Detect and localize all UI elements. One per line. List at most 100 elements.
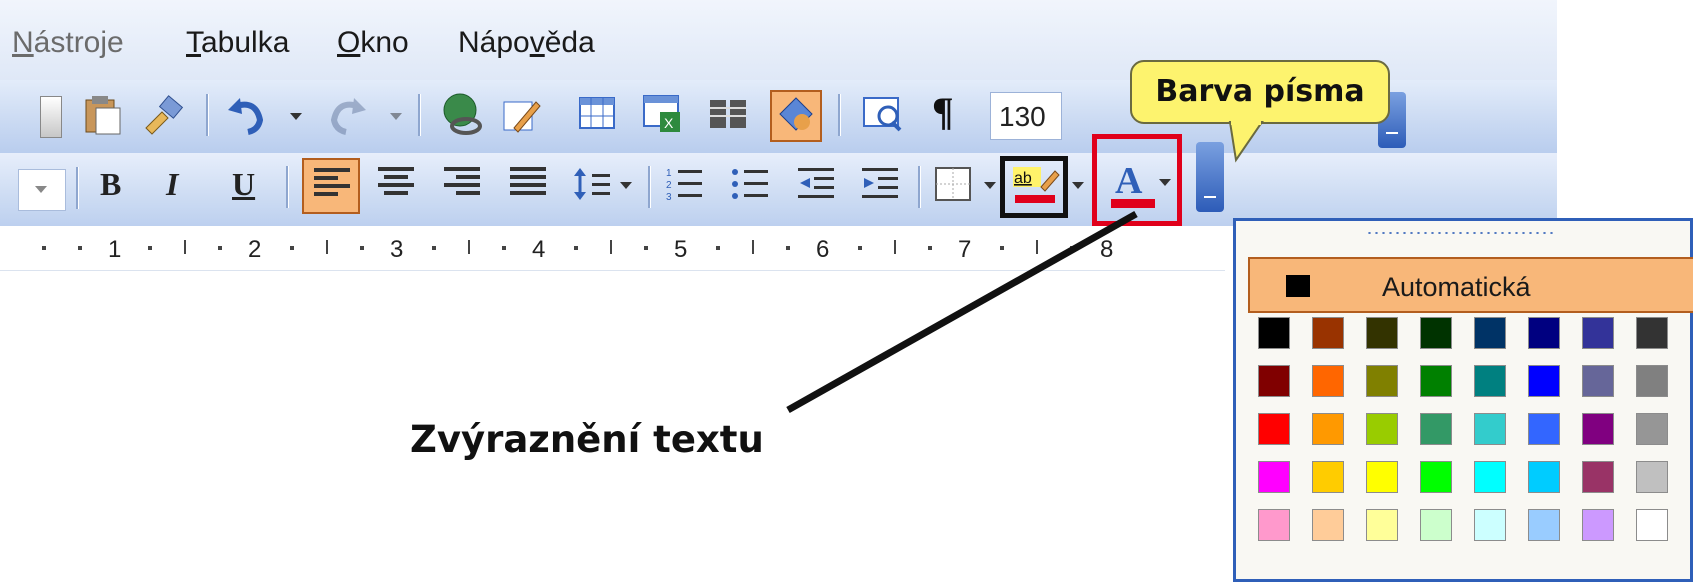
highlight-icon: ab — [1011, 165, 1061, 214]
font-color-dropdown-icon[interactable] — [1159, 179, 1171, 186]
color-swatch[interactable] — [1420, 365, 1452, 397]
color-swatch[interactable] — [1474, 509, 1506, 541]
copy-icon[interactable] — [40, 96, 62, 138]
font-size-dropdown[interactable] — [18, 169, 66, 211]
color-swatch[interactable] — [1258, 509, 1290, 541]
color-swatch[interactable] — [1528, 509, 1560, 541]
callout-label: Barva písma — [1155, 74, 1365, 109]
hyperlink-icon[interactable] — [440, 92, 482, 135]
menu-okno[interactable]: Okno — [337, 26, 409, 60]
align-center-icon[interactable] — [378, 167, 414, 201]
color-swatch[interactable] — [1258, 461, 1290, 493]
font-color-button[interactable]: A — [1092, 134, 1182, 226]
decrease-indent-icon[interactable] — [796, 164, 836, 209]
increase-indent-icon[interactable] — [860, 164, 900, 209]
highlight-button[interactable]: ab — [1000, 156, 1068, 218]
color-swatch[interactable] — [1582, 509, 1614, 541]
font-color-bar — [1111, 199, 1155, 208]
color-swatch[interactable] — [1528, 365, 1560, 397]
show-formatting-icon[interactable]: ¶ — [932, 88, 954, 135]
bullets-icon[interactable] — [730, 164, 770, 209]
insert-excel-icon[interactable]: X — [642, 94, 684, 136]
color-swatch[interactable] — [1582, 365, 1614, 397]
color-swatch[interactable] — [1258, 365, 1290, 397]
color-swatch[interactable] — [1474, 365, 1506, 397]
font-color-icon: A — [1115, 160, 1143, 202]
align-left-button[interactable] — [302, 158, 360, 214]
highlight-dropdown-icon[interactable] — [1072, 182, 1084, 189]
color-swatch[interactable] — [1582, 461, 1614, 493]
svg-text:3: 3 — [666, 192, 672, 203]
color-swatch[interactable] — [1420, 509, 1452, 541]
color-swatch[interactable] — [1312, 365, 1344, 397]
line-spacing-dropdown-icon[interactable] — [620, 182, 632, 189]
automatic-color-option[interactable]: Automatická — [1248, 257, 1693, 313]
borders-dropdown-icon[interactable] — [984, 182, 996, 189]
color-swatch[interactable] — [1366, 461, 1398, 493]
ruler-number: 4 — [532, 236, 546, 263]
ruler-number: 5 — [674, 236, 688, 263]
tables-borders-icon[interactable] — [500, 94, 542, 136]
color-swatch[interactable] — [1312, 461, 1344, 493]
color-swatch[interactable] — [1366, 365, 1398, 397]
color-swatch[interactable] — [1420, 461, 1452, 493]
paste-icon[interactable] — [82, 94, 124, 136]
color-swatch[interactable] — [1528, 461, 1560, 493]
automatic-color-label: Automatická — [1382, 272, 1531, 302]
color-swatch[interactable] — [1582, 413, 1614, 445]
color-swatch[interactable] — [1366, 317, 1398, 349]
ruler-number: 7 — [958, 236, 972, 263]
color-swatch[interactable] — [1474, 317, 1506, 349]
color-swatch[interactable] — [1474, 461, 1506, 493]
color-swatch[interactable] — [1636, 365, 1668, 397]
font-color-callout: Barva písma — [1130, 60, 1390, 124]
color-swatch[interactable] — [1420, 317, 1452, 349]
automatic-color-swatch — [1286, 275, 1310, 297]
bold-button[interactable]: B — [100, 166, 121, 203]
zoom-value: 130 — [999, 101, 1046, 132]
insert-table-icon[interactable] — [578, 96, 620, 138]
drawing-icon[interactable] — [770, 90, 822, 142]
format-painter-icon[interactable] — [142, 94, 184, 136]
undo-icon[interactable] — [226, 94, 268, 136]
numbering-icon[interactable]: 123 — [664, 164, 704, 209]
zoom-field[interactable]: 130 — [990, 92, 1062, 140]
borders-icon[interactable] — [934, 166, 974, 209]
color-swatch[interactable] — [1528, 413, 1560, 445]
color-swatch[interactable] — [1636, 317, 1668, 349]
line-spacing-icon[interactable] — [572, 164, 612, 209]
highlight-icon-text: ab — [1014, 170, 1032, 187]
redo-dropdown-icon[interactable] — [390, 113, 402, 120]
menu-napoveda[interactable]: Nápověda — [458, 26, 595, 60]
underline-button[interactable]: U — [232, 166, 255, 203]
align-right-icon[interactable] — [444, 167, 480, 201]
color-swatch[interactable] — [1312, 509, 1344, 541]
color-swatch[interactable] — [1636, 509, 1668, 541]
undo-dropdown-icon[interactable] — [290, 113, 302, 120]
columns-icon[interactable] — [708, 96, 750, 138]
color-swatch[interactable] — [1258, 413, 1290, 445]
color-swatch[interactable] — [1312, 317, 1344, 349]
color-swatch[interactable] — [1312, 413, 1344, 445]
formatting-options-button[interactable] — [1196, 142, 1224, 212]
menu-nastroje[interactable]: Nástroje — [12, 26, 124, 60]
color-swatch[interactable] — [1258, 317, 1290, 349]
color-swatch[interactable] — [1474, 413, 1506, 445]
color-swatch[interactable] — [1636, 461, 1668, 493]
menu-tabulka[interactable]: Tabulka — [186, 26, 289, 60]
svg-text:1: 1 — [666, 168, 672, 179]
color-swatch[interactable] — [1366, 509, 1398, 541]
palette-drag-handle[interactable] — [1366, 231, 1556, 235]
horizontal-ruler[interactable]: 1 2 3 4 5 6 7 8 — [0, 226, 1225, 271]
redo-icon[interactable] — [326, 94, 368, 136]
italic-button[interactable]: I — [166, 166, 178, 203]
color-swatch[interactable] — [1366, 413, 1398, 445]
color-swatch[interactable] — [1636, 413, 1668, 445]
font-color-palette: Automatická — [1233, 218, 1693, 582]
color-swatch[interactable] — [1420, 413, 1452, 445]
document-map-icon[interactable] — [862, 94, 904, 136]
highlight-annotation-label: Zvýraznění textu — [410, 418, 764, 461]
color-swatch[interactable] — [1582, 317, 1614, 349]
justify-icon[interactable] — [510, 167, 546, 201]
color-swatch[interactable] — [1528, 317, 1560, 349]
